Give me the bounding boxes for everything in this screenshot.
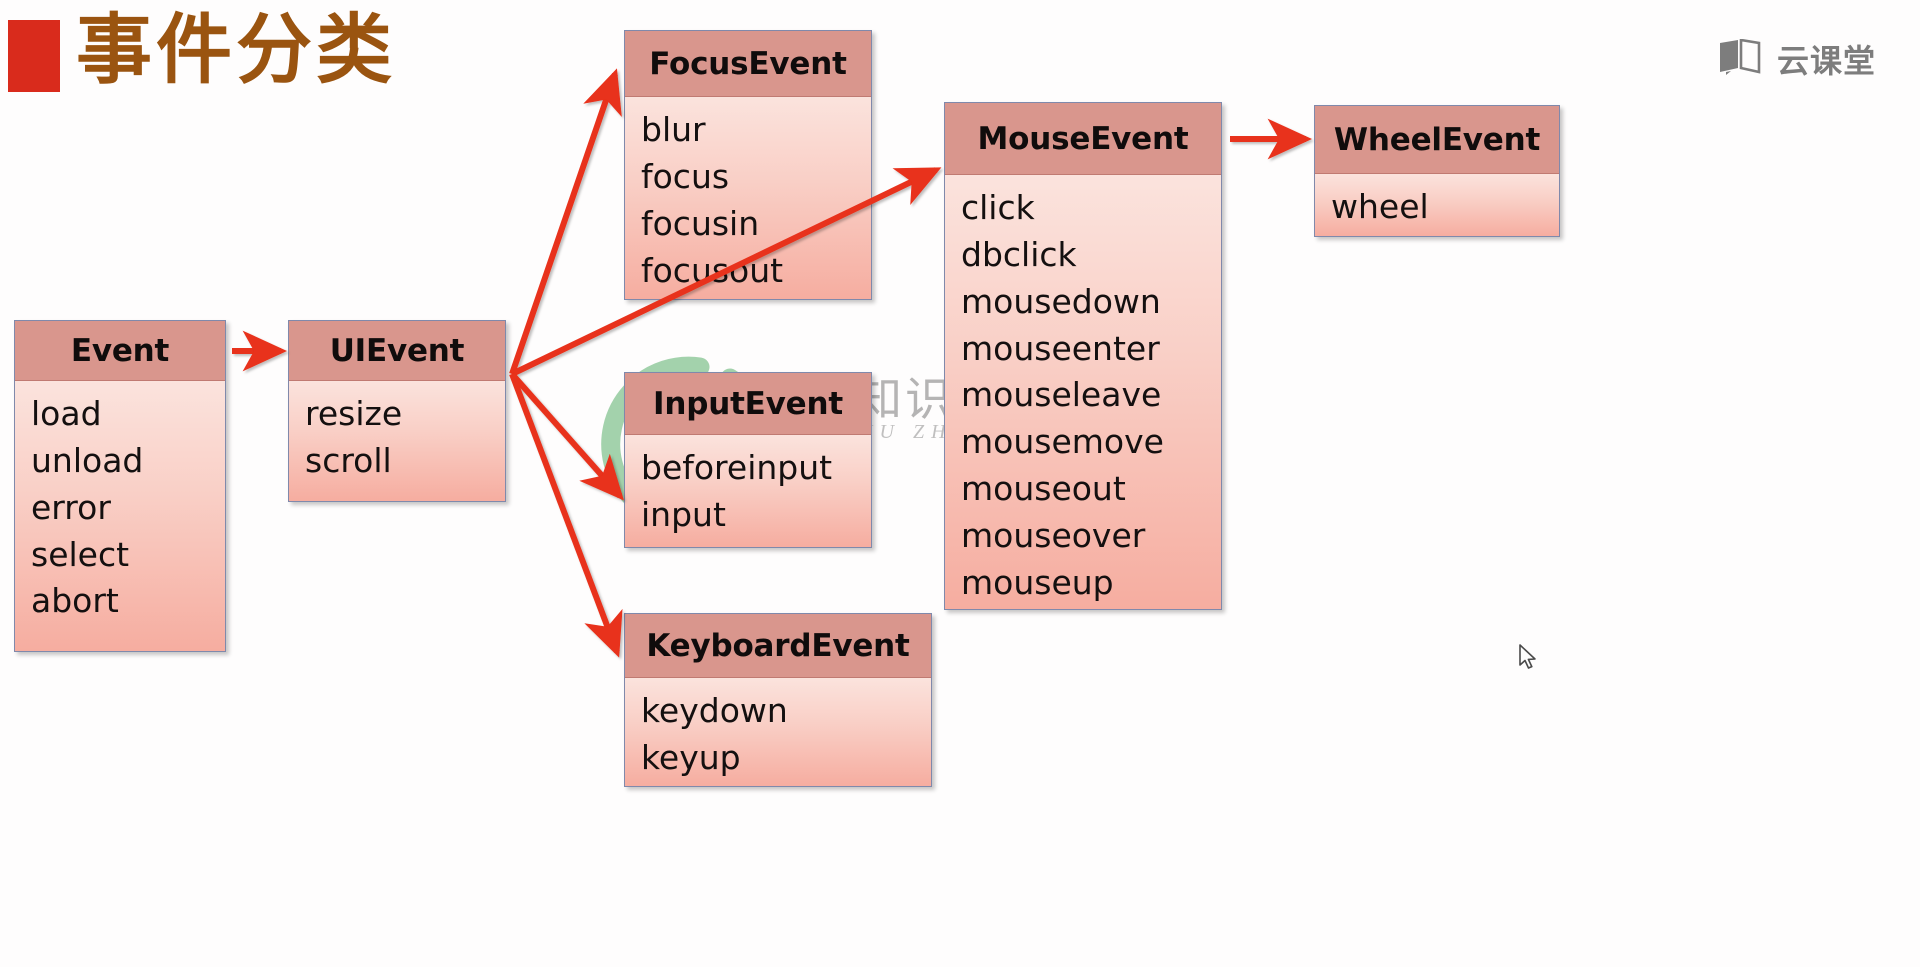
list-item: mouseup xyxy=(961,562,1114,602)
list-item: click xyxy=(961,188,1035,227)
list-item: mouseleave xyxy=(961,375,1162,415)
list-item: error xyxy=(31,487,111,527)
node-inputevent[interactable]: InputEvent beforeinput input xyxy=(624,372,872,548)
node-keyboardevent[interactable]: KeyboardEvent keydown keyup xyxy=(624,613,932,787)
node-mouseevent-title: MouseEvent xyxy=(945,103,1221,175)
list-item: beforeinput xyxy=(641,448,833,487)
slide-canvas: 事件分类 云课堂 小牛知识库 XIAO NIU ZHI SHI KU Event… xyxy=(0,0,1920,967)
edge-uievent-focusevent xyxy=(509,68,622,375)
title-marker xyxy=(8,20,60,92)
node-keyboardevent-members: keydown keyup xyxy=(625,678,931,786)
mouse-cursor-icon xyxy=(1519,644,1536,669)
list-item: unload xyxy=(31,440,144,480)
node-uievent-title: UIEvent xyxy=(289,321,505,381)
list-item: abort xyxy=(31,581,119,621)
book-icon xyxy=(1717,37,1763,80)
node-mouseevent[interactable]: MouseEvent click dbclick mousedown mouse… xyxy=(944,102,1222,610)
node-uievent[interactable]: UIEvent resize scroll xyxy=(288,320,506,502)
list-item: load xyxy=(31,394,102,433)
list-item: mouseenter xyxy=(961,328,1160,368)
list-item: focusin xyxy=(641,203,760,243)
list-item: mousedown xyxy=(961,281,1161,321)
node-keyboardevent-title: KeyboardEvent xyxy=(625,614,931,678)
list-item: keyup xyxy=(641,737,741,777)
list-item: select xyxy=(31,534,130,574)
node-focusevent-members: blur focus focusin focusout xyxy=(625,97,871,299)
page-title: 事件分类 xyxy=(76,5,396,94)
node-focusevent-title: FocusEvent xyxy=(625,31,871,97)
edge-uievent-inputevent xyxy=(509,372,624,501)
list-item: mouseout xyxy=(961,469,1126,509)
node-inputevent-members: beforeinput input xyxy=(625,435,871,547)
node-uievent-members: resize scroll xyxy=(289,381,505,501)
edge-uievent-keyboardevent xyxy=(509,372,623,658)
list-item: wheel xyxy=(1331,187,1429,226)
node-wheelevent-members: wheel xyxy=(1315,174,1559,236)
list-item: mouseover xyxy=(961,516,1146,556)
list-item: focusout xyxy=(641,250,784,290)
node-event[interactable]: Event load unload error select abort xyxy=(14,320,226,652)
list-item: input xyxy=(641,494,726,534)
list-item: resize xyxy=(305,394,403,433)
node-mouseevent-members: click dbclick mousedown mouseenter mouse… xyxy=(945,175,1221,609)
list-item: blur xyxy=(641,110,706,149)
list-item: scroll xyxy=(305,440,392,480)
list-item: focus xyxy=(641,156,730,196)
list-item: keydown xyxy=(641,691,788,730)
list-item: dbclick xyxy=(961,234,1077,274)
node-inputevent-title: InputEvent xyxy=(625,373,871,435)
node-event-members: load unload error select abort xyxy=(15,381,225,651)
node-wheelevent-title: WheelEvent xyxy=(1315,106,1559,174)
node-event-title: Event xyxy=(15,321,225,381)
brand-logo: 云课堂 xyxy=(1717,36,1876,82)
brand-name: 云课堂 xyxy=(1776,42,1876,80)
node-wheelevent[interactable]: WheelEvent wheel xyxy=(1314,105,1560,237)
node-focusevent[interactable]: FocusEvent blur focus focusin focusout xyxy=(624,30,872,300)
list-item: mousemove xyxy=(961,422,1164,462)
